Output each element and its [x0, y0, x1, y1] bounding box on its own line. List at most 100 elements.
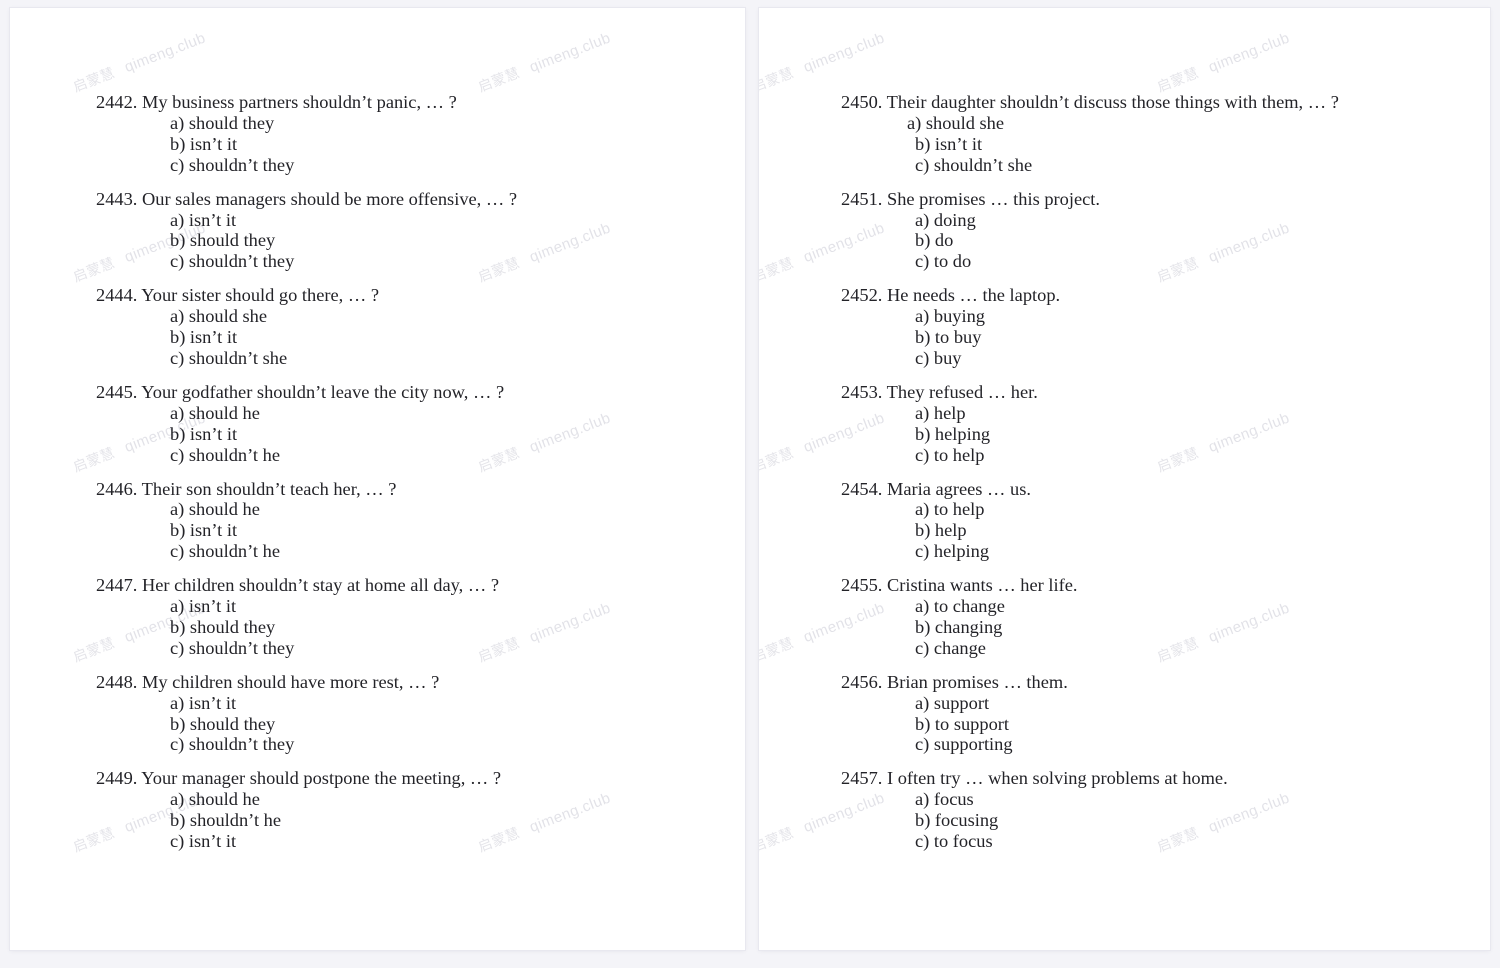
question-block: 2451. She promises … this project. a) doi… [841, 189, 1490, 273]
question-number: 2446. [96, 478, 138, 499]
question-number: 2442. [96, 92, 138, 112]
question-block: 2453. They refused … her. a) help b) helpi… [841, 382, 1490, 466]
answer-option[interactable]: a) should she [96, 306, 745, 327]
answer-option[interactable]: b) isn’t it [96, 424, 745, 445]
page-content-right: 2450. Their daughter shouldn’t discuss t… [759, 8, 1490, 852]
question-prompt: Our sales managers should be more offens… [137, 188, 518, 209]
answer-option[interactable]: b) changing [841, 617, 1490, 638]
question-prompt: Your sister should go there, … ? [137, 285, 380, 306]
question-text: 2446. Their son shouldn’t teach her, … ? [96, 479, 745, 500]
answer-option[interactable]: b) isn’t it [96, 327, 745, 348]
question-block: 2450. Their daughter shouldn’t discuss t… [841, 92, 1490, 176]
answer-option[interactable]: b) to support [841, 714, 1490, 735]
answer-option[interactable]: a) buying [841, 306, 1490, 327]
answer-option[interactable]: b) should they [96, 230, 745, 251]
answer-option[interactable]: c) shouldn’t he [96, 445, 745, 466]
question-number: 2452. [841, 285, 883, 306]
question-prompt: My business partners shouldn’t panic, … … [137, 92, 457, 112]
answer-option[interactable]: b) shouldn’t he [96, 810, 745, 831]
answer-option[interactable]: a) should he [96, 789, 745, 810]
document-viewer: 启蒙慧qimeng.club 启蒙慧qimeng.club 启蒙慧qimeng.cl… [0, 0, 1500, 968]
question-text: 2454. Maria agrees … us. [841, 479, 1490, 500]
question-prompt: Brian promises … them. [882, 671, 1068, 692]
answer-option[interactable]: b) to buy [841, 327, 1490, 348]
answer-option[interactable]: c) to help [841, 445, 1490, 466]
answer-option[interactable]: a) to change [841, 596, 1490, 617]
answer-option[interactable]: b) do [841, 230, 1490, 251]
question-text: 2451. She promises … this project. [841, 189, 1490, 210]
answer-option[interactable]: c) shouldn’t she [96, 348, 745, 369]
answer-option[interactable]: a) isn’t it [96, 210, 745, 231]
answer-option[interactable]: a) doing [841, 210, 1490, 231]
answer-option-list: a) isn’t it b) should they c) shouldn’t th… [96, 210, 745, 273]
question-number: 2453. [841, 381, 883, 402]
answer-option[interactable]: c) supporting [841, 734, 1490, 755]
answer-option[interactable]: b) isn’t it [841, 134, 1490, 155]
answer-option[interactable]: a) support [841, 693, 1490, 714]
question-prompt: My children should have more rest, … ? [137, 671, 440, 692]
question-block: 2446. Their son shouldn’t teach her, … ?… [96, 479, 745, 563]
answer-option[interactable]: c) helping [841, 541, 1490, 562]
question-number: 2443. [96, 188, 138, 209]
question-prompt: Your godfather shouldn’t leave the city … [137, 381, 505, 402]
answer-option-list: a) isn’t it b) should they c) shouldn’t th… [96, 693, 745, 756]
question-number: 2455. [841, 575, 883, 596]
question-text: 2443. Our sales managers should be more … [96, 189, 745, 210]
answer-option[interactable]: a) should she [841, 113, 1490, 134]
answer-option[interactable]: a) isn’t it [96, 596, 745, 617]
question-prompt: He needs … the laptop. [882, 285, 1061, 306]
answer-option[interactable]: c) shouldn’t they [96, 155, 745, 176]
answer-option[interactable]: c) shouldn’t they [96, 734, 745, 755]
question-block: 2449. Your manager should postpone the m… [96, 768, 745, 852]
answer-option[interactable]: a) isn’t it [96, 693, 745, 714]
question-block: 2447. Her children shouldn’t stay at hom… [96, 575, 745, 659]
answer-option[interactable]: c) shouldn’t he [96, 541, 745, 562]
question-number: 2444. [96, 285, 138, 306]
answer-option[interactable]: c) to focus [841, 831, 1490, 852]
answer-option-list: a) help b) helping c) to help [841, 403, 1490, 466]
question-text: 2448. My children should have more rest,… [96, 672, 745, 693]
question-block: 2442. My business partners shouldn’t pan… [96, 92, 745, 176]
document-page-left: 启蒙慧qimeng.club 启蒙慧qimeng.club 启蒙慧qimeng.cl… [10, 8, 745, 950]
question-text: 2447. Her children shouldn’t stay at hom… [96, 575, 745, 596]
answer-option[interactable]: c) buy [841, 348, 1490, 369]
answer-option[interactable]: c) to do [841, 251, 1490, 272]
question-block: 2444. Your sister should go there, … ? a)… [96, 285, 745, 369]
answer-option[interactable]: b) isn’t it [96, 134, 745, 155]
answer-option[interactable]: c) shouldn’t they [96, 251, 745, 272]
answer-option[interactable]: c) isn’t it [96, 831, 745, 852]
answer-option[interactable]: b) help [841, 520, 1490, 541]
question-block: 2445. Your godfather shouldn’t leave the… [96, 382, 745, 466]
answer-option[interactable]: a) should he [96, 403, 745, 424]
answer-option[interactable]: a) help [841, 403, 1490, 424]
answer-option[interactable]: b) focusing [841, 810, 1490, 831]
question-block: 2456. Brian promises … them. a) support b)… [841, 672, 1490, 756]
question-text: 2442. My business partners shouldn’t pan… [96, 92, 745, 113]
answer-option-list: a) should he b) isn’t it c) shouldn’t he [96, 403, 745, 466]
question-prompt: Their son shouldn’t teach her, … ? [137, 478, 397, 499]
answer-option-list: a) should they b) isn’t it c) shouldn’t th… [96, 113, 745, 176]
answer-option[interactable]: a) to help [841, 499, 1490, 520]
answer-option[interactable]: c) shouldn’t she [841, 155, 1490, 176]
question-prompt: They refused … her. [882, 381, 1038, 402]
answer-option[interactable]: b) should they [96, 617, 745, 638]
question-block: 2457. I often try … when solving problem… [841, 768, 1490, 852]
question-prompt: Her children shouldn’t stay at home all … [137, 575, 499, 596]
answer-option[interactable]: a) should they [96, 113, 745, 134]
answer-option[interactable]: a) focus [841, 789, 1490, 810]
answer-option[interactable]: b) should they [96, 714, 745, 735]
question-text: 2444. Your sister should go there, … ? [96, 285, 745, 306]
answer-option[interactable]: c) change [841, 638, 1490, 659]
question-number: 2451. [841, 188, 883, 209]
answer-option[interactable]: c) shouldn’t they [96, 638, 745, 659]
question-number: 2447. [96, 575, 138, 596]
question-prompt: Your manager should postpone the meeting… [137, 768, 502, 789]
answer-option[interactable]: a) should he [96, 499, 745, 520]
question-text: 2456. Brian promises … them. [841, 672, 1490, 693]
question-block: 2455. Cristina wants … her life. a) to ch… [841, 575, 1490, 659]
answer-option-list: a) to change b) changing c) change [841, 596, 1490, 659]
question-prompt: She promises … this project. [882, 188, 1100, 209]
answer-option[interactable]: b) helping [841, 424, 1490, 445]
question-prompt: Maria agrees … us. [882, 478, 1031, 499]
answer-option[interactable]: b) isn’t it [96, 520, 745, 541]
